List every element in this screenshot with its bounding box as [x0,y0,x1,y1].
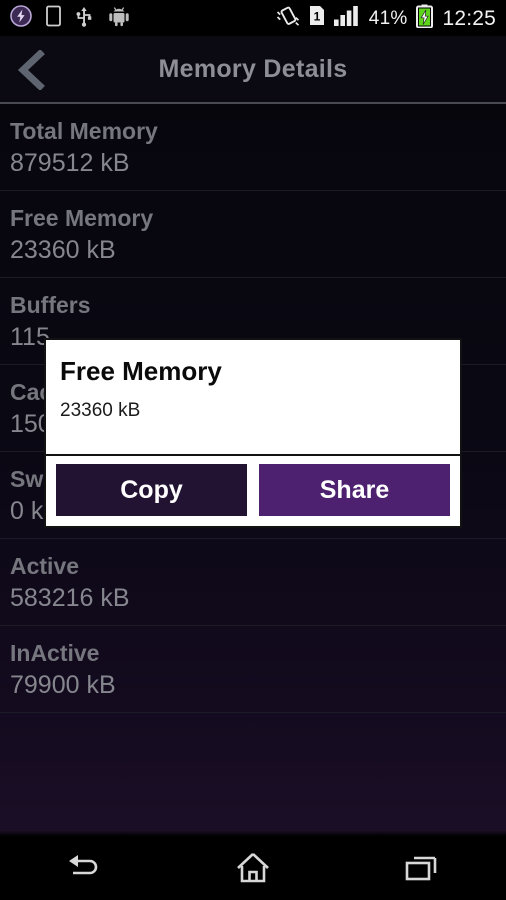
list-item[interactable]: Active 583216 kB [0,539,506,626]
memory-detail-dialog: Free Memory 23360 kB Copy Share [44,338,462,528]
list-item[interactable]: Total Memory 879512 kB [0,104,506,191]
dialog-body: Free Memory 23360 kB [46,340,460,456]
power-saver-icon [10,4,32,32]
usb-icon [75,5,93,32]
dialog-message: 23360 kB [60,400,141,421]
status-bar-clock: 12:25 [442,6,496,30]
dialog-title: Free Memory [60,356,222,386]
nav-recents-icon[interactable] [374,836,470,900]
copy-button[interactable]: Copy [56,464,247,516]
back-chevron-icon[interactable] [0,49,62,90]
android-debug-icon [107,5,131,32]
list-item[interactable]: InActive 79900 kB [0,626,506,713]
row-label: Buffers [10,292,91,318]
sim-card-icon [46,5,61,32]
dialog-button-bar: Copy Share [46,456,460,526]
phone-screen: 1 41% 12:25 Memory Details Total Memory … [0,0,506,900]
nav-home-icon[interactable] [205,836,301,900]
status-bar-left-icons [10,4,131,32]
row-value: 79900 kB [10,671,116,699]
share-button[interactable]: Share [259,464,450,516]
nav-back-icon[interactable] [36,836,132,900]
action-bar: Memory Details [0,36,506,103]
status-bar: 1 41% 12:25 [0,0,506,36]
status-bar-right-icons: 1 41% 12:25 [276,4,496,33]
row-label: Total Memory [10,118,158,144]
row-label: InActive [10,640,100,666]
row-label: Active [10,553,80,579]
battery-charging-icon [416,4,434,33]
signal-bars-icon [333,5,360,31]
list-item[interactable]: Free Memory 23360 kB [0,191,506,278]
page-title: Memory Details [158,55,348,83]
row-value: 23360 kB [10,236,116,264]
row-value: 583216 kB [10,584,130,612]
vibrate-icon [276,5,300,32]
row-value: 879512 kB [10,149,130,177]
sim-1-icon: 1 [309,5,325,31]
svg-text:1: 1 [313,10,320,24]
battery-percent-label: 41% [368,7,408,29]
navigation-bar [0,836,506,900]
row-label: Free Memory [10,205,154,231]
